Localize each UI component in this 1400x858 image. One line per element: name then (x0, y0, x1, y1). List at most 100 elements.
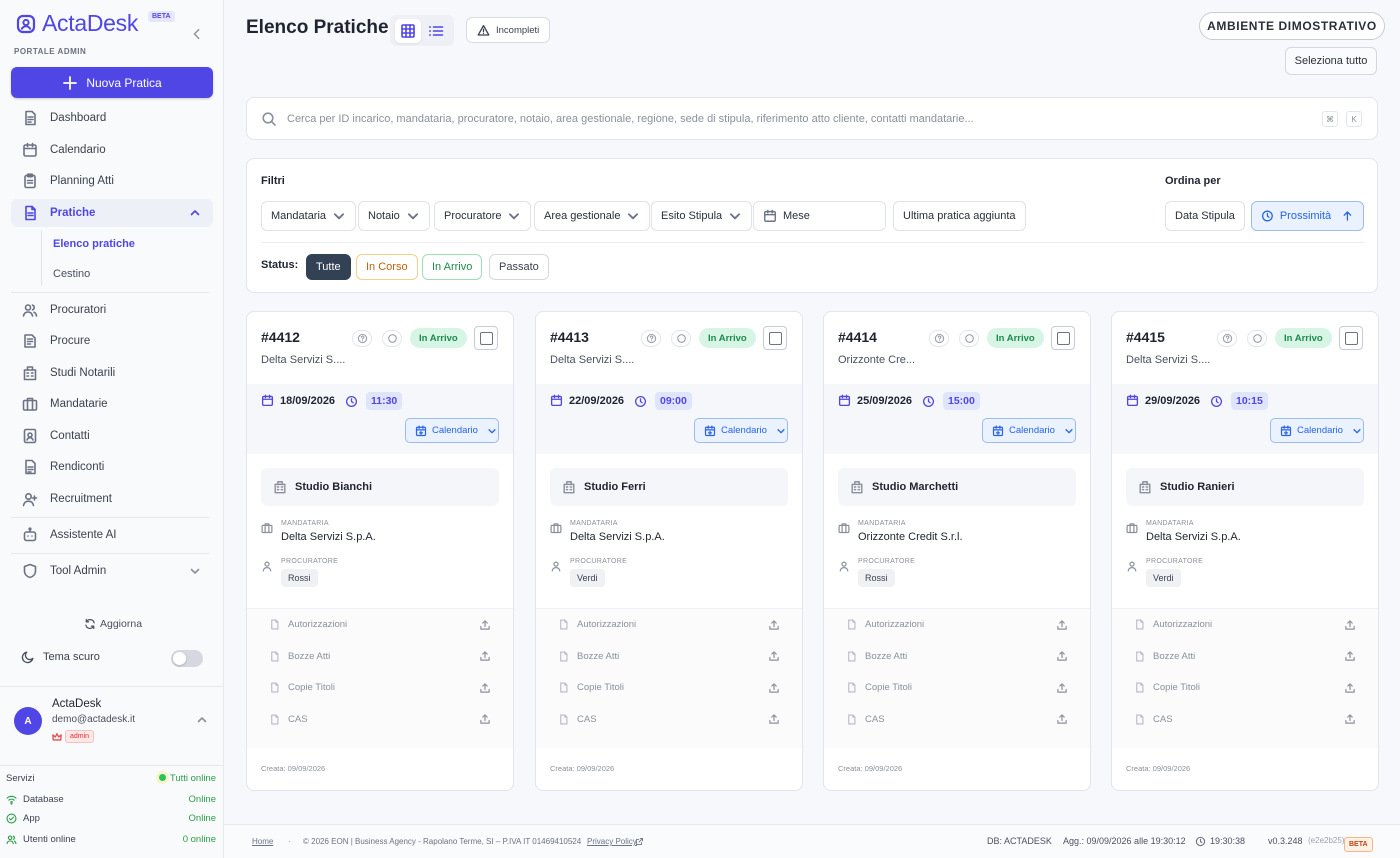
sidebar-item-recruitment[interactable]: Recruitment (11, 485, 213, 513)
document-row[interactable]: Bozze Atti (1134, 651, 1356, 662)
help-button[interactable] (929, 330, 949, 347)
pratica-card[interactable]: #4415 Delta Servizi S.... In Arrivo 29/0… (1111, 311, 1379, 791)
calendar-dropdown-button[interactable]: Calendario (982, 418, 1076, 443)
filter-mandataria[interactable]: Mandataria (261, 201, 357, 231)
calendar-dropdown-button[interactable]: Calendario (694, 418, 788, 443)
list-view-button[interactable] (423, 19, 449, 43)
select-checkbox[interactable] (1339, 326, 1363, 350)
status-circle-button[interactable] (959, 330, 979, 347)
sidebar-subitem-elenco-pratiche[interactable]: Elenco pratiche (53, 238, 135, 250)
upload-icon[interactable] (768, 619, 780, 631)
filter-procuratore[interactable]: Procuratore (434, 201, 532, 231)
collapse-sidebar-icon[interactable] (190, 27, 204, 41)
footer-home-link[interactable]: Home (252, 837, 273, 846)
select-checkbox[interactable] (1051, 326, 1075, 350)
document-row[interactable]: Bozze Atti (846, 651, 1068, 662)
status-circle-button[interactable] (1247, 330, 1267, 347)
document-row[interactable]: Copie Titoli (846, 682, 1068, 693)
upload-icon[interactable] (1344, 682, 1356, 694)
app-logo[interactable]: ActaDesk (16, 10, 138, 37)
status-chip-tutte[interactable]: Tutte (306, 254, 351, 280)
help-button[interactable] (641, 330, 661, 347)
sidebar-item-tool-admin[interactable]: Tool Admin (11, 557, 213, 585)
upload-icon[interactable] (1344, 650, 1356, 662)
document-row[interactable]: Copie Titoli (558, 682, 780, 693)
sidebar-item-pratiche[interactable]: Pratiche (11, 199, 213, 227)
document-row[interactable]: CAS (846, 714, 1068, 725)
calendar-dropdown-button[interactable]: Calendario (1270, 418, 1364, 443)
upload-icon[interactable] (768, 650, 780, 662)
document-row[interactable]: CAS (558, 714, 780, 725)
help-button[interactable] (1217, 330, 1237, 347)
sidebar-item-planning-atti[interactable]: Planning Atti (11, 167, 213, 195)
sidebar-item-assistente-ai[interactable]: Assistente AI (11, 521, 213, 549)
upload-icon[interactable] (768, 682, 780, 694)
sidebar-item-rendiconti[interactable]: Rendiconti (11, 453, 213, 481)
status-chip-passato[interactable]: Passato (489, 254, 549, 280)
studio-notarile[interactable]: Studio Ferri (550, 468, 788, 506)
status-circle-button[interactable] (671, 330, 691, 347)
select-checkbox[interactable] (474, 326, 498, 350)
studio-notarile[interactable]: Studio Bianchi (261, 468, 499, 506)
sidebar-item-procuratori[interactable]: Procuratori (11, 296, 213, 324)
sidebar-item-calendario[interactable]: Calendario (11, 136, 213, 164)
filter-month[interactable]: Mese (753, 201, 886, 231)
calendar-dropdown-button[interactable]: Calendario (405, 418, 499, 443)
upload-icon[interactable] (1056, 682, 1068, 694)
document-row[interactable]: Bozze Atti (558, 651, 780, 662)
document-row[interactable]: CAS (1134, 714, 1356, 725)
incomplete-filter-button[interactable]: Incompleti (466, 17, 551, 43)
document-row[interactable]: Autorizzazioni (269, 619, 491, 630)
footer-privacy-link[interactable]: Privacy Policy (587, 837, 637, 846)
search-bar: ⌘ K (246, 97, 1378, 140)
refresh-button[interactable]: Aggiorna (84, 618, 142, 630)
sidebar-item-procure[interactable]: Procure (11, 327, 213, 355)
pratica-card[interactable]: #4414 Orizzonte Cre... In Arrivo 25/09/2… (823, 311, 1091, 791)
new-pratica-button[interactable]: Nuova Pratica (11, 67, 213, 98)
studio-notarile[interactable]: Studio Marchetti (838, 468, 1076, 506)
studio-notarile[interactable]: Studio Ranieri (1126, 468, 1364, 506)
document-row[interactable]: Autorizzazioni (1134, 619, 1356, 630)
sidebar-item-contatti[interactable]: Contatti (11, 422, 213, 450)
document-row[interactable]: Bozze Atti (269, 651, 491, 662)
document-row[interactable]: Autorizzazioni (846, 619, 1068, 630)
grid-view-button[interactable] (395, 18, 421, 43)
filter-esito-stipula[interactable]: Esito Stipula (651, 201, 753, 231)
upload-icon[interactable] (1056, 650, 1068, 662)
help-button[interactable] (352, 330, 372, 347)
document-row[interactable]: Copie Titoli (1134, 682, 1356, 693)
upload-icon[interactable] (479, 713, 491, 725)
search-input[interactable] (287, 106, 1307, 131)
status-chip-in-corso[interactable]: In Corso (356, 254, 418, 280)
filter-last-added[interactable]: Ultima pratica aggiunta (893, 201, 1026, 231)
upload-icon[interactable] (1056, 713, 1068, 725)
upload-icon[interactable] (1344, 619, 1356, 631)
environment-badge[interactable]: AMBIENTE DIMOSTRATIVO (1199, 12, 1385, 40)
status-circle-button[interactable] (382, 330, 402, 347)
select-checkbox[interactable] (763, 326, 787, 350)
user-menu[interactable]: A ActaDesk demo@actadesk.it admin (0, 686, 224, 766)
sidebar-item-mandatarie[interactable]: Mandatarie (11, 390, 213, 418)
order-data-stipula[interactable]: Data Stipula (1165, 201, 1245, 231)
pratica-card[interactable]: #4412 Delta Servizi S.... In Arrivo 18/0… (246, 311, 514, 791)
users-icon (22, 304, 38, 317)
document-row[interactable]: Autorizzazioni (558, 619, 780, 630)
select-all-button[interactable]: Seleziona tutto (1285, 47, 1377, 75)
status-chip-in-arrivo[interactable]: In Arrivo (422, 254, 483, 280)
upload-icon[interactable] (1344, 713, 1356, 725)
dark-theme-toggle[interactable] (171, 650, 203, 667)
document-row[interactable]: CAS (269, 714, 491, 725)
filter-area-gestionale[interactable]: Area gestionale (534, 201, 651, 231)
order-prossimita[interactable]: Prossimità (1251, 201, 1364, 231)
upload-icon[interactable] (768, 713, 780, 725)
sidebar-item-dashboard[interactable]: Dashboard (11, 104, 213, 132)
document-row[interactable]: Copie Titoli (269, 682, 491, 693)
sidebar-item-studi-notarili[interactable]: Studi Notarili (11, 359, 213, 387)
sidebar-subitem-cestino[interactable]: Cestino (53, 268, 90, 280)
upload-icon[interactable] (479, 619, 491, 631)
upload-icon[interactable] (479, 682, 491, 694)
upload-icon[interactable] (479, 650, 491, 662)
pratica-card[interactable]: #4413 Delta Servizi S.... In Arrivo 22/0… (535, 311, 803, 791)
upload-icon[interactable] (1056, 619, 1068, 631)
filter-notaio[interactable]: Notaio (358, 201, 430, 231)
